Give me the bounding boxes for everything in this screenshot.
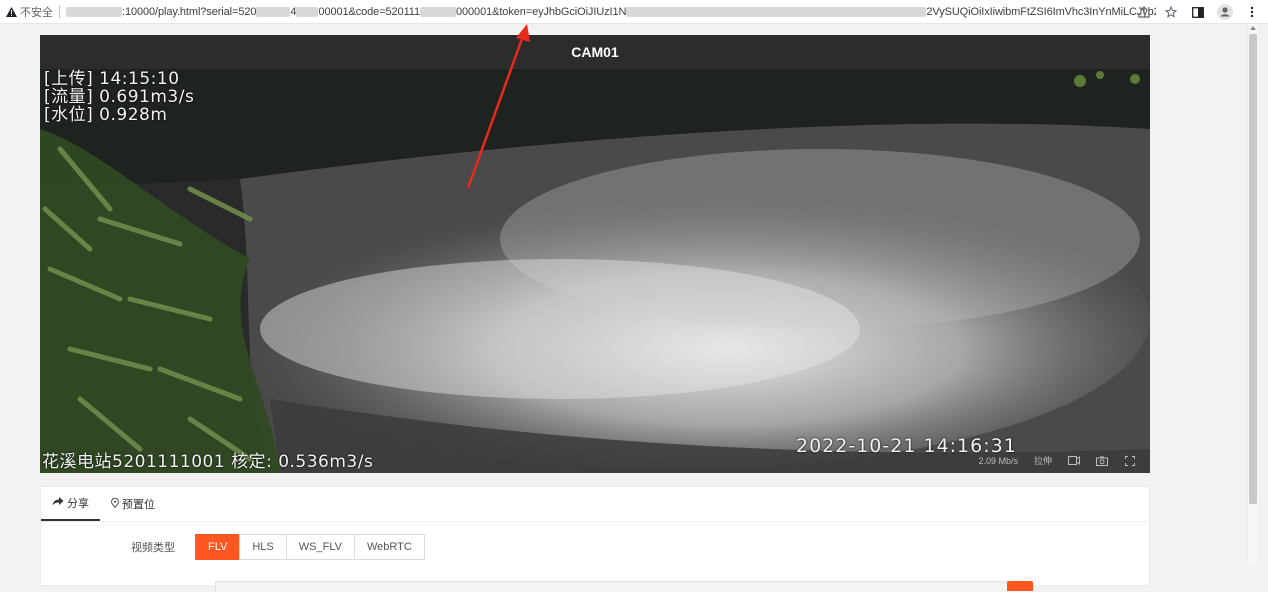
river-scene [40, 69, 1150, 473]
upload-time-overlay: [上传] 14:15:10 [44, 69, 180, 89]
scroll-up-arrow-icon[interactable] [1250, 26, 1256, 30]
insecure-label[interactable]: 不安全 [20, 4, 53, 20]
redacted-segment [256, 6, 291, 17]
player-title: CAM01 [40, 35, 1150, 69]
browser-address-bar: 不安全 :10000/play.html?serial=520 4 00001&co… [0, 0, 1268, 24]
player-controls: 2.09 Mb/s 拉伸 [978, 454, 1136, 467]
share-arrow-icon [52, 497, 64, 509]
camera-feed[interactable]: [上传] 14:15:10 [流量] 0.691m3/s [水位] 0.928m… [40, 69, 1150, 473]
sidebar-icon[interactable] [1190, 4, 1206, 20]
scroll-thumb[interactable] [1249, 34, 1257, 504]
tab-preset-label: 预置位 [122, 499, 155, 511]
stretch-button[interactable]: 拉伸 [1034, 454, 1052, 467]
url-part: :10000/play.html?serial=520 [122, 5, 257, 18]
record-icon[interactable] [1068, 456, 1080, 466]
stream-url-input[interactable] [215, 581, 1010, 592]
redacted-segment [420, 6, 456, 17]
video-type-ws-flv[interactable]: WS_FLV [285, 534, 355, 560]
video-type-hls[interactable]: HLS [239, 534, 287, 560]
video-type-flv[interactable]: FLV [195, 534, 241, 560]
redacted-segment [296, 6, 319, 17]
video-type-label: 视频类型 [131, 542, 175, 554]
tab-preset[interactable]: 预置位 [100, 487, 166, 521]
settings-panel: 分享 预置位 视频类型 FLV HLS WS_FLV WebRTC [40, 486, 1150, 592]
url-text[interactable]: :10000/play.html?serial=520 4 00001&code=5… [66, 6, 1156, 18]
video-type-webrtc[interactable]: WebRTC [353, 534, 425, 560]
copy-url-button[interactable] [1007, 581, 1033, 591]
address-separator [59, 5, 60, 18]
profile-icon[interactable] [1217, 4, 1233, 20]
star-icon[interactable] [1163, 4, 1179, 20]
redacted-host [66, 6, 122, 17]
tab-share-label: 分享 [67, 498, 89, 510]
url-part: 000001&token=eyJhbGciOiJIUzI1N [456, 5, 627, 18]
tab-share[interactable]: 分享 [41, 487, 100, 521]
url-part: 00001&code=520111 [318, 5, 420, 18]
page-content: CAM01 [上传] 14:15:10 [流量] 0.691m3/s [水位] … [0, 24, 1258, 592]
bitrate-readout: 2.09 Mb/s [978, 455, 1018, 466]
panel-tabs: 分享 预置位 [41, 487, 1149, 522]
share-icon[interactable] [1136, 4, 1152, 20]
video-type-selector: FLV HLS WS_FLV WebRTC [195, 534, 425, 560]
water-level-overlay: [水位] 0.928m [44, 105, 168, 125]
video-type-row: 视频类型 FLV HLS WS_FLV WebRTC [41, 534, 425, 560]
fullscreen-icon[interactable] [1124, 455, 1136, 466]
warning-icon[interactable] [5, 6, 17, 18]
redacted-segment [626, 6, 927, 17]
menu-icon[interactable] [1244, 4, 1260, 20]
snapshot-icon[interactable] [1096, 456, 1108, 466]
url-part: 2VySUQiOiIxIiwibmFtZSI6ImVhc3InYnMiLCJyb… [926, 5, 1156, 18]
video-player[interactable]: CAM01 [上传] 14:15:10 [流量] 0.691m3/s [水位] … [40, 35, 1150, 473]
flow-rate-overlay: [流量] 0.691m3/s [44, 87, 195, 107]
station-overlay: 花溪电站5201111001 核定: 0.536m3/s [42, 452, 374, 472]
location-pin-icon [110, 497, 120, 511]
page-scrollbar[interactable] [1247, 24, 1258, 564]
